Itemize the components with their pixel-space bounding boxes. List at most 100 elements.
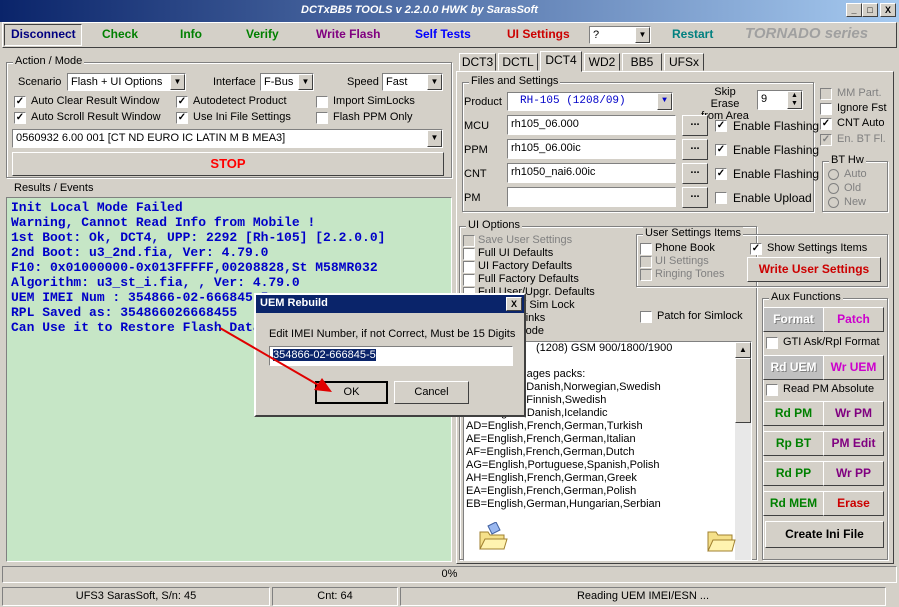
use-ini-checkbox[interactable]: ✓ [176,112,188,124]
chevron-down-icon[interactable]: ▼ [298,74,313,90]
info-button[interactable]: Info [180,27,202,41]
close-button[interactable]: X [880,3,896,17]
create-ini-file-button[interactable]: Create Ini File [765,521,884,548]
tab-ufsx[interactable]: UFSx [664,53,704,71]
verify-button[interactable]: Verify [246,27,279,41]
wr-pm-button[interactable]: Wr PM [823,401,884,426]
ui-settings-checkbox[interactable] [640,256,652,268]
flash-ppm-only-checkbox[interactable] [316,112,328,124]
mcu-input[interactable]: rh105_06.000 [507,115,676,135]
list-scrollbar[interactable]: ▲ [735,342,751,560]
rp-bt-button[interactable]: Rp BT [763,431,824,456]
autodetect-checkbox[interactable]: ✓ [176,96,188,108]
tab-dct4[interactable]: DCT4 [540,51,582,72]
speed-select[interactable]: Fast ▼ [382,73,443,91]
full-ui-defaults-checkbox[interactable] [463,248,475,260]
group-legend: Action / Mode [13,55,85,67]
product-code-select[interactable]: 0560932 6.00 001 [CT ND EURO IC LATIN M … [12,129,443,148]
cnt-input[interactable]: rh1050_nai6.00ic [507,163,676,183]
save-user-settings-checkbox[interactable] [463,235,475,247]
import-simlocks-checkbox[interactable] [316,96,328,108]
chevron-down-icon[interactable]: ▼ [427,130,442,147]
rd-mem-button[interactable]: Rd MEM [763,491,824,516]
cnt-auto-checkbox[interactable]: ✓ [820,118,832,130]
patch-simlock-checkbox[interactable] [640,311,652,323]
cnt-enable-checkbox[interactable]: ✓ [715,168,727,180]
chevron-down-icon[interactable]: ▼ [170,74,185,90]
maximize-button[interactable]: □ [862,3,878,17]
bt-auto-radio[interactable] [828,169,839,180]
scroll-thumb[interactable] [735,358,751,423]
mcu-browse-button[interactable]: ... [682,115,708,136]
ui-factory-defaults-checkbox[interactable] [463,261,475,273]
chevron-down-icon[interactable]: ▼ [427,74,442,90]
help-select[interactable]: ? ▼ [589,26,651,44]
scroll-up-icon[interactable]: ▲ [735,342,751,358]
result-line: Algorithm: u3_st_i.fia, , Ver: 4.79.0 [11,275,300,290]
stop-button[interactable]: STOP [12,152,444,176]
cancel-button[interactable]: Cancel [394,381,469,404]
scenario-select[interactable]: Flash + UI Options ▼ [67,73,186,91]
auto-clear-checkbox[interactable]: ✓ [14,96,26,108]
tab-dct3[interactable]: DCT3 [459,53,496,71]
skip-erase-spinner[interactable]: 9 ▲ ▼ [757,90,803,110]
ui-option-label: Full UI Defaults [478,247,554,259]
interface-select[interactable]: F-Bus ▼ [260,73,314,91]
erase-button[interactable]: Erase [823,491,884,516]
self-tests-button[interactable]: Self Tests [415,27,471,41]
wr-pp-button[interactable]: Wr PP [823,461,884,486]
cnt-browse-button[interactable]: ... [682,163,708,184]
pm-edit-button[interactable]: PM Edit [823,431,884,456]
group-legend: User Settings Items [643,227,743,239]
minimize-button[interactable]: _ [846,3,862,17]
wr-uem-button[interactable]: Wr UEM [823,355,884,380]
open-folder-icon[interactable] [478,521,508,552]
write-flash-button[interactable]: Write Flash [316,27,380,41]
bt-old-radio[interactable] [828,183,839,194]
ppm-browse-button[interactable]: ... [682,139,708,160]
dialog-close-button[interactable]: X [506,297,522,311]
format-button[interactable]: Format [763,307,824,332]
ppm-enable-checkbox[interactable]: ✓ [715,144,727,156]
patch-button[interactable]: Patch [823,307,884,332]
disconnect-button[interactable]: Disconnect [11,27,76,41]
progress-bar: 0% [2,566,897,583]
pm-label: PM [464,192,481,204]
scenario-label: Scenario [18,76,62,88]
ignore-fst-checkbox[interactable] [820,103,832,115]
bt-new-radio[interactable] [828,197,839,208]
gti-checkbox[interactable] [766,337,778,349]
mm-part-checkbox[interactable] [820,88,832,100]
rd-pp-button[interactable]: Rd PP [763,461,824,486]
restart-button[interactable]: Restart [672,27,713,41]
phone-book-checkbox[interactable] [640,243,652,255]
auto-scroll-checkbox[interactable]: ✓ [14,112,26,124]
mcu-label: MCU [464,120,490,132]
ppm-input[interactable]: rh105_06.00ic [507,139,676,159]
import-simlocks-label: Import SimLocks [333,95,415,107]
list-item: EA=English,French,German,Polish [466,485,637,497]
tab-bb5[interactable]: BB5 [622,53,662,71]
write-user-settings-button[interactable]: Write User Settings [747,257,881,282]
en-bt-fl-checkbox[interactable]: ✓ [820,134,832,146]
product-select[interactable]: RH-105 (1208/09) ▼ [507,92,673,111]
mcu-enable-checkbox[interactable]: ✓ [715,120,727,132]
rd-uem-button[interactable]: Rd UEM [763,355,824,380]
read-pm-absolute-checkbox[interactable] [766,384,778,396]
cnt-enable-label: Enable Flashing [733,167,820,181]
tab-wd2[interactable]: WD2 [584,53,620,71]
ui-settings-button[interactable]: UI Settings [507,27,570,41]
tab-dctl[interactable]: DCTL [498,53,538,71]
ringing-tones-checkbox[interactable] [640,269,652,281]
chevron-down-icon[interactable]: ▼ [635,27,650,43]
spinner-arrows-icon[interactable]: ▲ ▼ [787,91,802,109]
show-settings-checkbox[interactable]: ✓ [750,243,762,255]
full-factory-defaults-checkbox[interactable] [463,274,475,286]
pm-browse-button[interactable]: ... [682,187,708,208]
check-button[interactable]: Check [102,27,138,41]
rd-pm-button[interactable]: Rd PM [763,401,824,426]
pm-input[interactable] [507,187,676,207]
folder-icon[interactable] [706,528,736,554]
enable-upload-checkbox[interactable] [715,192,727,204]
chevron-down-icon[interactable]: ▼ [657,93,672,110]
